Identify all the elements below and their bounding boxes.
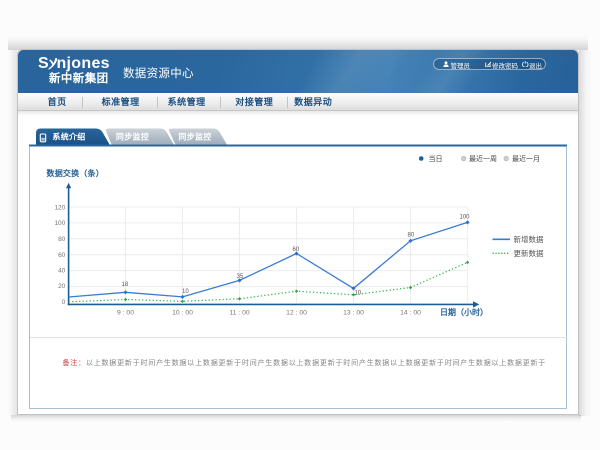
- svg-text:同步监控: 同步监控: [178, 132, 211, 142]
- svg-text:日期（小时）: 日期（小时）: [440, 307, 488, 317]
- svg-text:40: 40: [58, 267, 66, 274]
- svg-text:35: 35: [237, 274, 244, 280]
- svg-text:80: 80: [58, 236, 66, 243]
- svg-text:60: 60: [58, 252, 66, 259]
- svg-text:当日: 当日: [429, 154, 443, 163]
- svg-text:60: 60: [293, 247, 300, 253]
- svg-text:12 : 00: 12 : 00: [286, 310, 307, 317]
- svg-text:100: 100: [54, 220, 65, 227]
- svg-text:10: 10: [182, 289, 189, 295]
- svg-text:100: 100: [460, 215, 471, 221]
- svg-text:同步监控: 同步监控: [116, 132, 149, 142]
- svg-text:80: 80: [408, 233, 415, 239]
- svg-text:10 : 00: 10 : 00: [172, 310, 193, 317]
- svg-text:更新数据: 更新数据: [514, 248, 544, 258]
- svg-text:120: 120: [54, 204, 65, 211]
- svg-text:新增数据: 新增数据: [514, 234, 544, 244]
- svg-text:数据交换（条）: 数据交换（条）: [47, 168, 104, 178]
- svg-text:9 : 00: 9 : 00: [117, 310, 134, 317]
- svg-text:13 : 00: 13 : 00: [343, 310, 364, 317]
- svg-text:18: 18: [122, 282, 129, 288]
- svg-text:最近一周: 最近一周: [469, 154, 497, 163]
- svg-text:最近一月: 最近一月: [512, 154, 540, 163]
- svg-text:系统介绍: 系统介绍: [52, 132, 85, 142]
- svg-text:0: 0: [62, 299, 66, 306]
- svg-text:14 : 00: 14 : 00: [400, 310, 421, 317]
- svg-text:11 : 00: 11 : 00: [229, 310, 250, 317]
- svg-text:20: 20: [58, 283, 66, 290]
- svg-text:10: 10: [355, 291, 362, 297]
